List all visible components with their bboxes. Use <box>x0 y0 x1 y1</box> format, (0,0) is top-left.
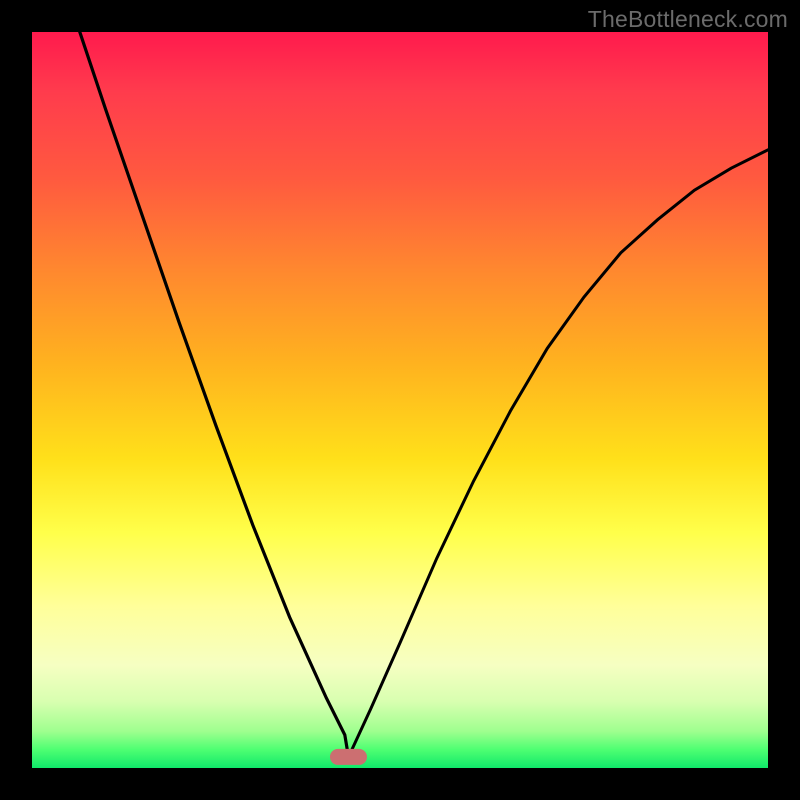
chart-frame: TheBottleneck.com <box>0 0 800 800</box>
plot-area <box>32 32 768 768</box>
curve-right-branch <box>349 150 769 757</box>
curve-left-branch <box>80 32 349 757</box>
bottleneck-curve <box>32 32 768 768</box>
bottleneck-marker <box>330 749 366 765</box>
watermark-text: TheBottleneck.com <box>588 6 788 33</box>
